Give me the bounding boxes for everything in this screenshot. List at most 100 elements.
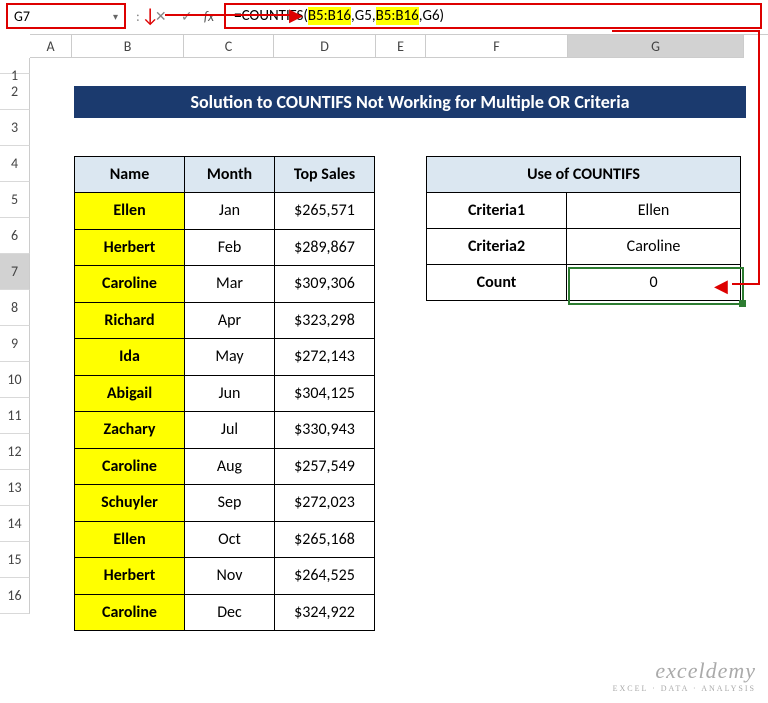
annotation-line — [758, 30, 760, 285]
criteria-label: Criteria1 — [427, 193, 567, 229]
cell[interactable]: Jan — [185, 193, 275, 230]
formula-input[interactable]: =COUNTIFS(B5:B16,G5,B5:B16,G6) — [224, 3, 762, 29]
cell[interactable]: Apr — [185, 302, 275, 339]
spreadsheet: ABCDEFG 12345678910111213141516 Solution… — [0, 34, 768, 58]
page-title: Solution to COUNTIFS Not Working for Mul… — [74, 86, 746, 118]
cell[interactable]: Herbert — [75, 229, 185, 266]
cell[interactable]: $324,922 — [275, 594, 375, 631]
data-table: NameMonthTop Sales EllenJan$265,571Herbe… — [74, 156, 375, 631]
cell[interactable]: $309,306 — [275, 266, 375, 303]
formula-range2: B5:B16 — [376, 7, 419, 25]
row-header[interactable]: 2 — [0, 74, 30, 110]
table-row: HerbertNov$264,525 — [75, 558, 375, 595]
row-header[interactable]: 4 — [0, 146, 30, 182]
table-header: Month — [185, 157, 275, 193]
row-header[interactable]: 10 — [0, 362, 30, 398]
cell[interactable]: Dec — [185, 594, 275, 631]
watermark-brand: exceldemy — [613, 658, 756, 684]
criteria-value[interactable]: 0 — [567, 265, 741, 301]
cell[interactable]: Aug — [185, 448, 275, 485]
formula-bar: G7 ▾ ↓ : ✕ ✓ fx =COUNTIFS(B5:B16,G5,B5:B… — [0, 0, 768, 32]
row-header[interactable]: 1 — [0, 58, 30, 74]
criteria-value[interactable]: Caroline — [567, 229, 741, 265]
cell[interactable]: Zachary — [75, 412, 185, 449]
cell[interactable]: $323,298 — [275, 302, 375, 339]
cell[interactable]: Caroline — [75, 266, 185, 303]
table-row: Criteria2Caroline — [427, 229, 741, 265]
fx-icon[interactable]: fx — [204, 8, 214, 25]
column-header[interactable]: F — [426, 35, 568, 58]
cell[interactable]: $265,168 — [275, 521, 375, 558]
row-header[interactable]: 15 — [0, 542, 30, 578]
cell[interactable]: $289,867 — [275, 229, 375, 266]
cell[interactable]: $264,525 — [275, 558, 375, 595]
row-header[interactable]: 9 — [0, 326, 30, 362]
cell[interactable]: $272,023 — [275, 485, 375, 522]
row-header[interactable]: 8 — [0, 290, 30, 326]
formula-suffix: ,G6) — [419, 7, 444, 25]
table-header: Name — [75, 157, 185, 193]
cell[interactable]: Jun — [185, 375, 275, 412]
cell[interactable]: Mar — [185, 266, 275, 303]
row-header[interactable]: 14 — [0, 506, 30, 542]
column-headers: ABCDEFG — [30, 34, 768, 58]
row-header[interactable]: 7 — [0, 254, 30, 290]
criteria-label: Criteria2 — [427, 229, 567, 265]
table-row: Count0 — [427, 265, 741, 301]
column-header[interactable]: C — [184, 35, 274, 58]
name-box[interactable]: G7 ▾ — [6, 3, 126, 29]
column-header[interactable]: E — [376, 35, 426, 58]
cell[interactable]: May — [185, 339, 275, 376]
cell[interactable]: Nov — [185, 558, 275, 595]
cell[interactable]: Oct — [185, 521, 275, 558]
cell[interactable]: Caroline — [75, 594, 185, 631]
row-headers: 12345678910111213141516 — [0, 58, 30, 614]
table-row: CarolineMar$309,306 — [75, 266, 375, 303]
table-row: IdaMay$272,143 — [75, 339, 375, 376]
watermark: exceldemy EXCEL · DATA · ANALYSIS — [613, 658, 756, 693]
row-header[interactable]: 12 — [0, 434, 30, 470]
name-box-value: G7 — [14, 8, 30, 25]
cell[interactable]: $265,571 — [275, 193, 375, 230]
cell[interactable]: Caroline — [75, 448, 185, 485]
row-header[interactable]: 6 — [0, 218, 30, 254]
cell[interactable]: $272,143 — [275, 339, 375, 376]
column-header[interactable]: D — [274, 35, 376, 58]
cell[interactable]: Ellen — [75, 193, 185, 230]
criteria-value[interactable]: Ellen — [567, 193, 741, 229]
row-header[interactable]: 3 — [0, 110, 30, 146]
row-header[interactable]: 11 — [0, 398, 30, 434]
column-header[interactable]: B — [72, 35, 184, 58]
fill-handle[interactable] — [739, 300, 746, 307]
formula-range1: B5:B16 — [308, 7, 351, 25]
table-row: RichardApr$323,298 — [75, 302, 375, 339]
cell[interactable]: Richard — [75, 302, 185, 339]
row-header[interactable]: 13 — [0, 470, 30, 506]
formula-prefix: =COUNTIFS( — [234, 7, 308, 25]
cell[interactable]: $330,943 — [275, 412, 375, 449]
criteria-label: Count — [427, 265, 567, 301]
row-header[interactable]: 16 — [0, 578, 30, 614]
column-header[interactable]: G — [568, 35, 744, 58]
cell[interactable]: $257,549 — [275, 448, 375, 485]
table-row: ZacharyJul$330,943 — [75, 412, 375, 449]
watermark-tagline: EXCEL · DATA · ANALYSIS — [613, 684, 756, 693]
cell[interactable]: Feb — [185, 229, 275, 266]
cell[interactable]: Herbert — [75, 558, 185, 595]
table-row: EllenOct$265,168 — [75, 521, 375, 558]
table-row: SchuylerSep$272,023 — [75, 485, 375, 522]
table-row: HerbertFeb$289,867 — [75, 229, 375, 266]
column-header[interactable]: A — [30, 35, 72, 58]
cell[interactable]: Jul — [185, 412, 275, 449]
cell[interactable]: Ida — [75, 339, 185, 376]
cell[interactable]: Sep — [185, 485, 275, 522]
cell[interactable]: $304,125 — [275, 375, 375, 412]
enter-icon[interactable]: ✓ — [178, 8, 196, 25]
chevron-down-icon[interactable]: ▾ — [113, 10, 118, 23]
arrow-down-icon: ↓ — [141, 4, 159, 28]
table-row: CarolineAug$257,549 — [75, 448, 375, 485]
row-header[interactable]: 5 — [0, 182, 30, 218]
cell[interactable]: Abigail — [75, 375, 185, 412]
cell[interactable]: Schuyler — [75, 485, 185, 522]
cell[interactable]: Ellen — [75, 521, 185, 558]
